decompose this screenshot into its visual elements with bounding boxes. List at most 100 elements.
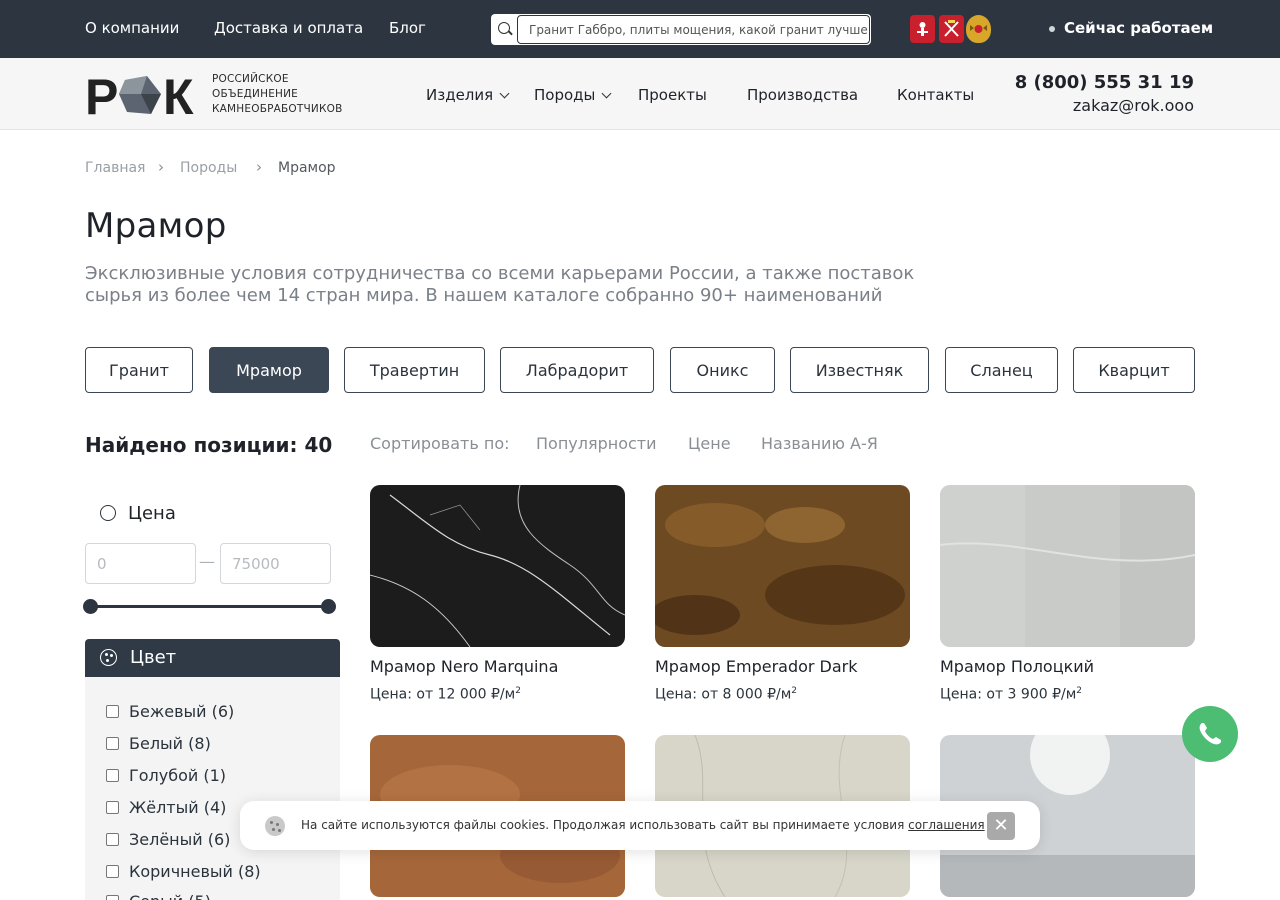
checkbox[interactable]: [106, 865, 119, 878]
whatsapp-phone-button[interactable]: [1182, 706, 1238, 762]
product-image-emperador-dark[interactable]: [655, 485, 910, 647]
nav-link-blog[interactable]: Блог: [389, 19, 426, 37]
close-icon[interactable]: ✕: [987, 812, 1015, 840]
color-option-grey[interactable]: Серый (5): [106, 892, 211, 900]
nav-link-delivery[interactable]: Доставка и оплата: [214, 19, 363, 37]
cookie-icon: [265, 816, 285, 836]
nav-production[interactable]: Производства: [747, 86, 858, 104]
checkbox[interactable]: [106, 737, 119, 750]
product-title[interactable]: Мрамор Полоцкий: [940, 657, 1094, 676]
chevron-down-icon: [499, 88, 510, 99]
price-text: Цена: от 8 000 ₽/м: [655, 686, 792, 703]
nav-stones-label: Породы: [534, 86, 596, 104]
breadcrumb-separator: ›: [256, 158, 262, 176]
tab-onyx[interactable]: Оникс: [670, 347, 775, 393]
email-link[interactable]: zakaz@rok.ooo: [1073, 96, 1194, 115]
product-title[interactable]: Мрамор Nero Marquina: [370, 657, 558, 676]
price-slider-track[interactable]: [90, 605, 328, 608]
price-max-input[interactable]: [220, 543, 331, 584]
search-input[interactable]: [517, 15, 870, 44]
tab-travertine[interactable]: Травертин: [344, 347, 485, 393]
breadcrumb-current: Мрамор: [278, 160, 336, 176]
color-option-label: Жёлтый (4): [129, 798, 227, 817]
sort-price[interactable]: Цене: [688, 434, 731, 453]
tab-granite[interactable]: Гранит: [85, 347, 193, 393]
unit-superscript: 2: [515, 686, 521, 696]
cookie-message: На сайте используются файлы cookies. Про…: [301, 818, 905, 832]
product-image-nero-marquina[interactable]: [370, 485, 625, 647]
ruble-icon: [100, 505, 116, 521]
moscow-crest-icon[interactable]: [910, 15, 935, 43]
cookie-banner: На сайте используются файлы cookies. Про…: [240, 801, 1040, 850]
nav-link-about[interactable]: О компании: [85, 19, 179, 37]
logo[interactable]: Р К: [85, 69, 200, 125]
price-slider-max-handle[interactable]: [321, 599, 336, 614]
working-status: Сейчас работаем: [1049, 19, 1213, 37]
working-status-text: Сейчас работаем: [1064, 19, 1214, 37]
results-count: Найдено позиции: 40: [85, 433, 333, 457]
nav-contacts[interactable]: Контакты: [897, 86, 974, 104]
color-option-label: Бежевый (6): [129, 702, 235, 721]
page-title: Мрамор: [85, 206, 227, 246]
palette-icon: [100, 649, 117, 666]
phone-icon: [1199, 723, 1221, 745]
checkbox[interactable]: [106, 801, 119, 814]
tab-marble[interactable]: Мрамор: [209, 347, 329, 393]
price-slider-min-handle[interactable]: [83, 599, 98, 614]
color-option-label: Белый (8): [129, 734, 211, 753]
logo-line: КАМНЕОБРАБОТЧИКОВ: [212, 103, 343, 115]
product-title[interactable]: Мрамор Emperador Dark: [655, 657, 858, 676]
breadcrumb-separator: ›: [158, 158, 164, 176]
russia-crest-icon[interactable]: [966, 15, 991, 43]
checkbox[interactable]: [106, 895, 119, 900]
status-dot-icon: [1049, 25, 1055, 32]
subtitle-line: сырья из более чем 14 стран мира. В наше…: [85, 285, 883, 306]
cookie-text: На сайте используются файлы cookies. Про…: [301, 818, 985, 832]
color-option-white[interactable]: Белый (8): [106, 734, 211, 753]
unit-superscript: 2: [1076, 686, 1083, 696]
tab-limestone[interactable]: Известняк: [790, 347, 929, 393]
page-subtitle: Эксклюзивные условия сотрудничества со в…: [85, 263, 945, 307]
checkbox[interactable]: [106, 705, 119, 718]
tab-labradorite[interactable]: Лабрадорит: [500, 347, 654, 393]
color-option-label: Голубой (1): [129, 766, 227, 785]
breadcrumb-home[interactable]: Главная: [85, 160, 145, 176]
spb-crest-icon[interactable]: [939, 15, 964, 43]
price-text: Цена: от 12 000 ₽/м: [370, 686, 516, 703]
color-option-label: Серый (5): [129, 892, 211, 900]
search-icon[interactable]: [498, 22, 510, 34]
price-filter-label: Цена: [128, 503, 176, 524]
color-option-yellow[interactable]: Жёлтый (4): [106, 798, 226, 817]
color-filter-header[interactable]: Цвет: [85, 639, 340, 677]
color-option-blue[interactable]: Голубой (1): [106, 766, 226, 785]
color-option-beige[interactable]: Бежевый (6): [106, 702, 234, 721]
nav-projects[interactable]: Проекты: [638, 86, 707, 104]
svg-text:К: К: [163, 74, 194, 116]
product-price: Цена: от 3 900 ₽/м2: [940, 686, 1082, 703]
sort-popularity[interactable]: Популярности: [536, 434, 657, 453]
sort-label: Сортировать по:: [370, 434, 510, 453]
nav-stones[interactable]: Породы: [534, 86, 612, 104]
breadcrumb-stones[interactable]: Породы: [180, 160, 237, 176]
price-filter-title: Цена: [100, 503, 176, 524]
phone-link[interactable]: 8 (800) 555 31 19: [1015, 72, 1194, 93]
search-box: [491, 14, 871, 45]
price-min-input[interactable]: [85, 543, 196, 584]
product-price: Цена: от 12 000 ₽/м2: [370, 686, 521, 703]
sort-name[interactable]: Названию А-Я: [761, 434, 878, 453]
unit-superscript: 2: [791, 686, 798, 696]
product-image-polotsky[interactable]: [940, 485, 1195, 647]
nav-products-label: Изделия: [426, 86, 494, 104]
color-filter-label: Цвет: [130, 647, 177, 668]
logo-line: РОССИЙСКОЕ: [212, 73, 289, 85]
color-option-brown[interactable]: Коричневый (8): [106, 862, 261, 881]
nav-products[interactable]: Изделия: [426, 86, 510, 104]
checkbox[interactable]: [106, 833, 119, 846]
tab-slate[interactable]: Сланец: [945, 347, 1058, 393]
checkbox[interactable]: [106, 769, 119, 782]
color-option-green[interactable]: Зелёный (6): [106, 830, 230, 849]
product-price: Цена: от 8 000 ₽/м2: [655, 686, 797, 703]
cookie-agreement-link[interactable]: соглашения: [908, 818, 985, 832]
tab-quartzite[interactable]: Кварцит: [1073, 347, 1195, 393]
top-bar: О компании Доставка и оплата Блог Сейчас…: [0, 0, 1280, 58]
